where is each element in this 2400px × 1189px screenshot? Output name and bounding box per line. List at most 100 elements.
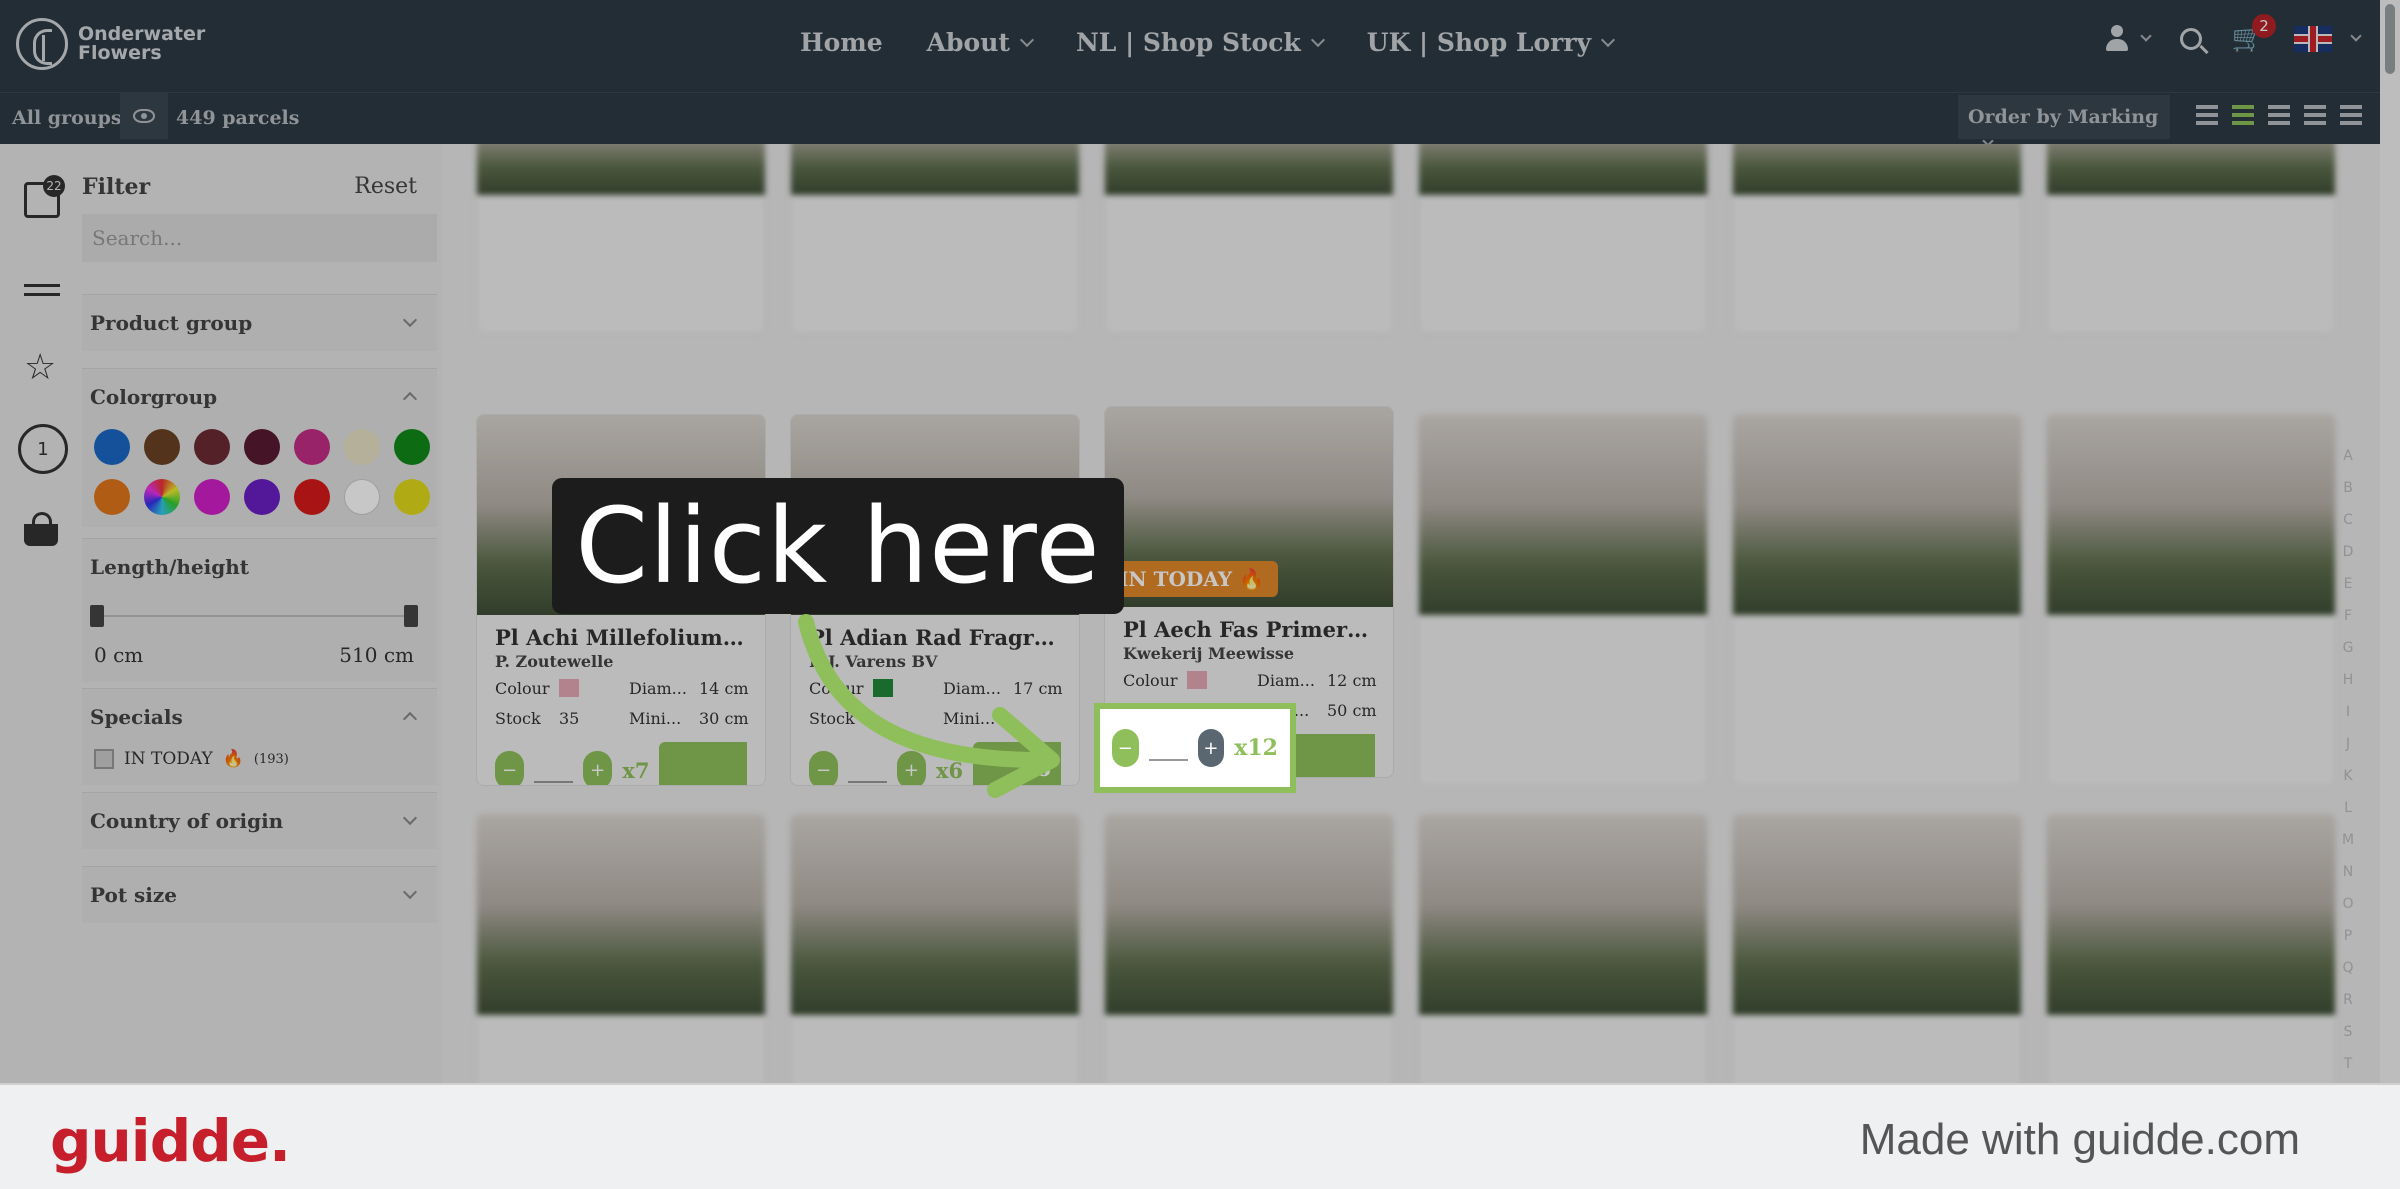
product-card[interactable] <box>476 144 766 334</box>
decrease-quantity-button[interactable]: − <box>1112 729 1139 767</box>
cart-button[interactable]: 🛒 2 <box>2232 14 2276 54</box>
search-input[interactable]: Search... <box>82 214 437 262</box>
range-min-handle[interactable] <box>90 605 104 627</box>
alphabet-letter[interactable]: Q <box>2338 952 2358 984</box>
product-card[interactable] <box>2046 414 2336 786</box>
product-card[interactable] <box>790 814 1080 1084</box>
increase-quantity-button[interactable]: + <box>1197 729 1225 767</box>
brand-logo[interactable]: Onderwater Flowers <box>16 18 205 70</box>
increase-quantity-button[interactable]: + <box>583 751 613 785</box>
product-title[interactable]: Pl Achi Millefolium Pink 3... <box>495 625 747 650</box>
add-list-icon[interactable] <box>2268 103 2290 125</box>
product-card[interactable] <box>1418 814 1708 1084</box>
color-swatch[interactable] <box>144 429 180 465</box>
pot-size-filter[interactable]: Pot size <box>82 866 437 923</box>
basket-icon[interactable] <box>24 512 58 546</box>
print-icon[interactable] <box>2340 103 2362 125</box>
product-grower: Kwekerij Meewisse <box>1123 644 1295 663</box>
color-swatch[interactable] <box>344 479 380 515</box>
reset-button[interactable]: Reset <box>354 174 437 200</box>
alphabet-letter[interactable]: R <box>2338 984 2358 1016</box>
product-card[interactable] <box>476 814 766 1084</box>
cart-count-badge: 2 <box>2252 14 2276 38</box>
scrollbar-thumb[interactable] <box>2385 4 2395 74</box>
decrease-quantity-button[interactable]: − <box>495 751 525 785</box>
color-swatch[interactable] <box>294 429 330 465</box>
list-view-icon[interactable] <box>2196 103 2218 125</box>
highlighted-quantity-controls: − + x12 <box>1094 703 1296 793</box>
color-swatch[interactable] <box>344 429 380 465</box>
product-card[interactable] <box>1418 144 1708 334</box>
main-nav: Home About NL | Shop Stock UK | Shop Lor… <box>800 28 1616 57</box>
product-card[interactable] <box>2046 814 2336 1084</box>
page-scrollbar[interactable] <box>2380 0 2400 1083</box>
alphabet-letter[interactable]: K <box>2338 760 2358 792</box>
alphabet-letter[interactable]: P <box>2338 920 2358 952</box>
alphabet-letter[interactable]: B <box>2338 472 2358 504</box>
color-swatch[interactable] <box>194 429 230 465</box>
nav-uk-shop-lorry[interactable]: UK | Shop Lorry <box>1367 28 1616 57</box>
product-card[interactable] <box>1732 414 2022 786</box>
product-title[interactable]: Pl Aech Fas Primera 50cm <box>1123 617 1375 642</box>
product-card[interactable] <box>1104 814 1394 1084</box>
nav-nl-shop-stock[interactable]: NL | Shop Stock <box>1076 28 1325 57</box>
product-card[interactable] <box>2046 144 2336 334</box>
toggle-visibility-button[interactable] <box>120 93 168 139</box>
in-today-checkbox[interactable] <box>94 749 114 769</box>
nav-home[interactable]: Home <box>800 28 883 57</box>
colorgroup-filter: Colorgroup <box>82 368 437 527</box>
color-swatch[interactable] <box>244 479 280 515</box>
chevron-down-icon <box>2350 30 2362 42</box>
parcels-icon[interactable]: 22 <box>24 175 65 218</box>
alphabet-letter[interactable]: O <box>2338 888 2358 920</box>
alphabet-letter[interactable]: T <box>2338 1048 2358 1080</box>
alphabet-letter[interactable]: G <box>2338 632 2358 664</box>
nav-about[interactable]: About <box>927 28 1035 57</box>
alphabet-letter[interactable]: E <box>2338 568 2358 600</box>
alphabet-letter[interactable]: M <box>2338 824 2358 856</box>
order-by-select[interactable]: Order by Marking <box>1958 95 2170 147</box>
color-swatch[interactable] <box>394 479 430 515</box>
color-swatch[interactable] <box>94 429 130 465</box>
account-menu[interactable] <box>2104 25 2152 53</box>
grid-view-icon[interactable] <box>2232 103 2254 125</box>
range-max-handle[interactable] <box>404 605 418 627</box>
alphabet-letter[interactable]: L <box>2338 792 2358 824</box>
product-card[interactable] <box>1104 144 1394 334</box>
star-icon[interactable]: ☆ <box>24 350 60 386</box>
product-card[interactable] <box>1418 414 1708 786</box>
length-range-slider[interactable] <box>90 605 418 627</box>
alphabet-letter[interactable]: F <box>2338 600 2358 632</box>
alphabet-letter[interactable]: D <box>2338 536 2358 568</box>
filter-icon[interactable] <box>24 278 60 302</box>
search-button[interactable] <box>2179 28 2202 50</box>
quantity-input[interactable] <box>534 781 574 783</box>
in-today-option[interactable]: IN TODAY 🔥 (193) <box>82 745 437 785</box>
color-swatch[interactable] <box>244 429 280 465</box>
alphabet-letter[interactable]: H <box>2338 664 2358 696</box>
add-to-cart-button[interactable] <box>1285 734 1375 777</box>
product-card[interactable] <box>1732 144 2022 334</box>
alphabet-letter[interactable]: N <box>2338 856 2358 888</box>
product-image[interactable]: IN TODAY 🔥 <box>1105 407 1393 607</box>
color-swatch[interactable] <box>194 479 230 515</box>
alphabet-letter[interactable]: A <box>2338 440 2358 472</box>
product-group-filter[interactable]: Product group <box>82 294 437 351</box>
quantity-input[interactable] <box>1148 759 1188 761</box>
compact-grid-icon[interactable] <box>2304 103 2326 125</box>
filter-title: Filter <box>82 174 151 200</box>
product-card[interactable] <box>1732 814 2022 1084</box>
country-of-origin-filter[interactable]: Country of origin <box>82 792 437 849</box>
add-to-cart-button[interactable] <box>659 742 747 785</box>
color-swatch[interactable] <box>294 479 330 515</box>
alphabet-letter[interactable]: I <box>2338 696 2358 728</box>
alphabet-letter[interactable]: S <box>2338 1016 2358 1048</box>
alphabet-letter[interactable]: J <box>2338 728 2358 760</box>
language-selector[interactable] <box>2294 26 2362 52</box>
product-card[interactable] <box>790 144 1080 334</box>
alphabet-letter[interactable]: C <box>2338 504 2358 536</box>
color-swatch[interactable] <box>144 479 180 515</box>
color-swatch[interactable] <box>94 479 130 515</box>
step-indicator[interactable]: 1 <box>18 424 68 474</box>
color-swatch[interactable] <box>394 429 430 465</box>
